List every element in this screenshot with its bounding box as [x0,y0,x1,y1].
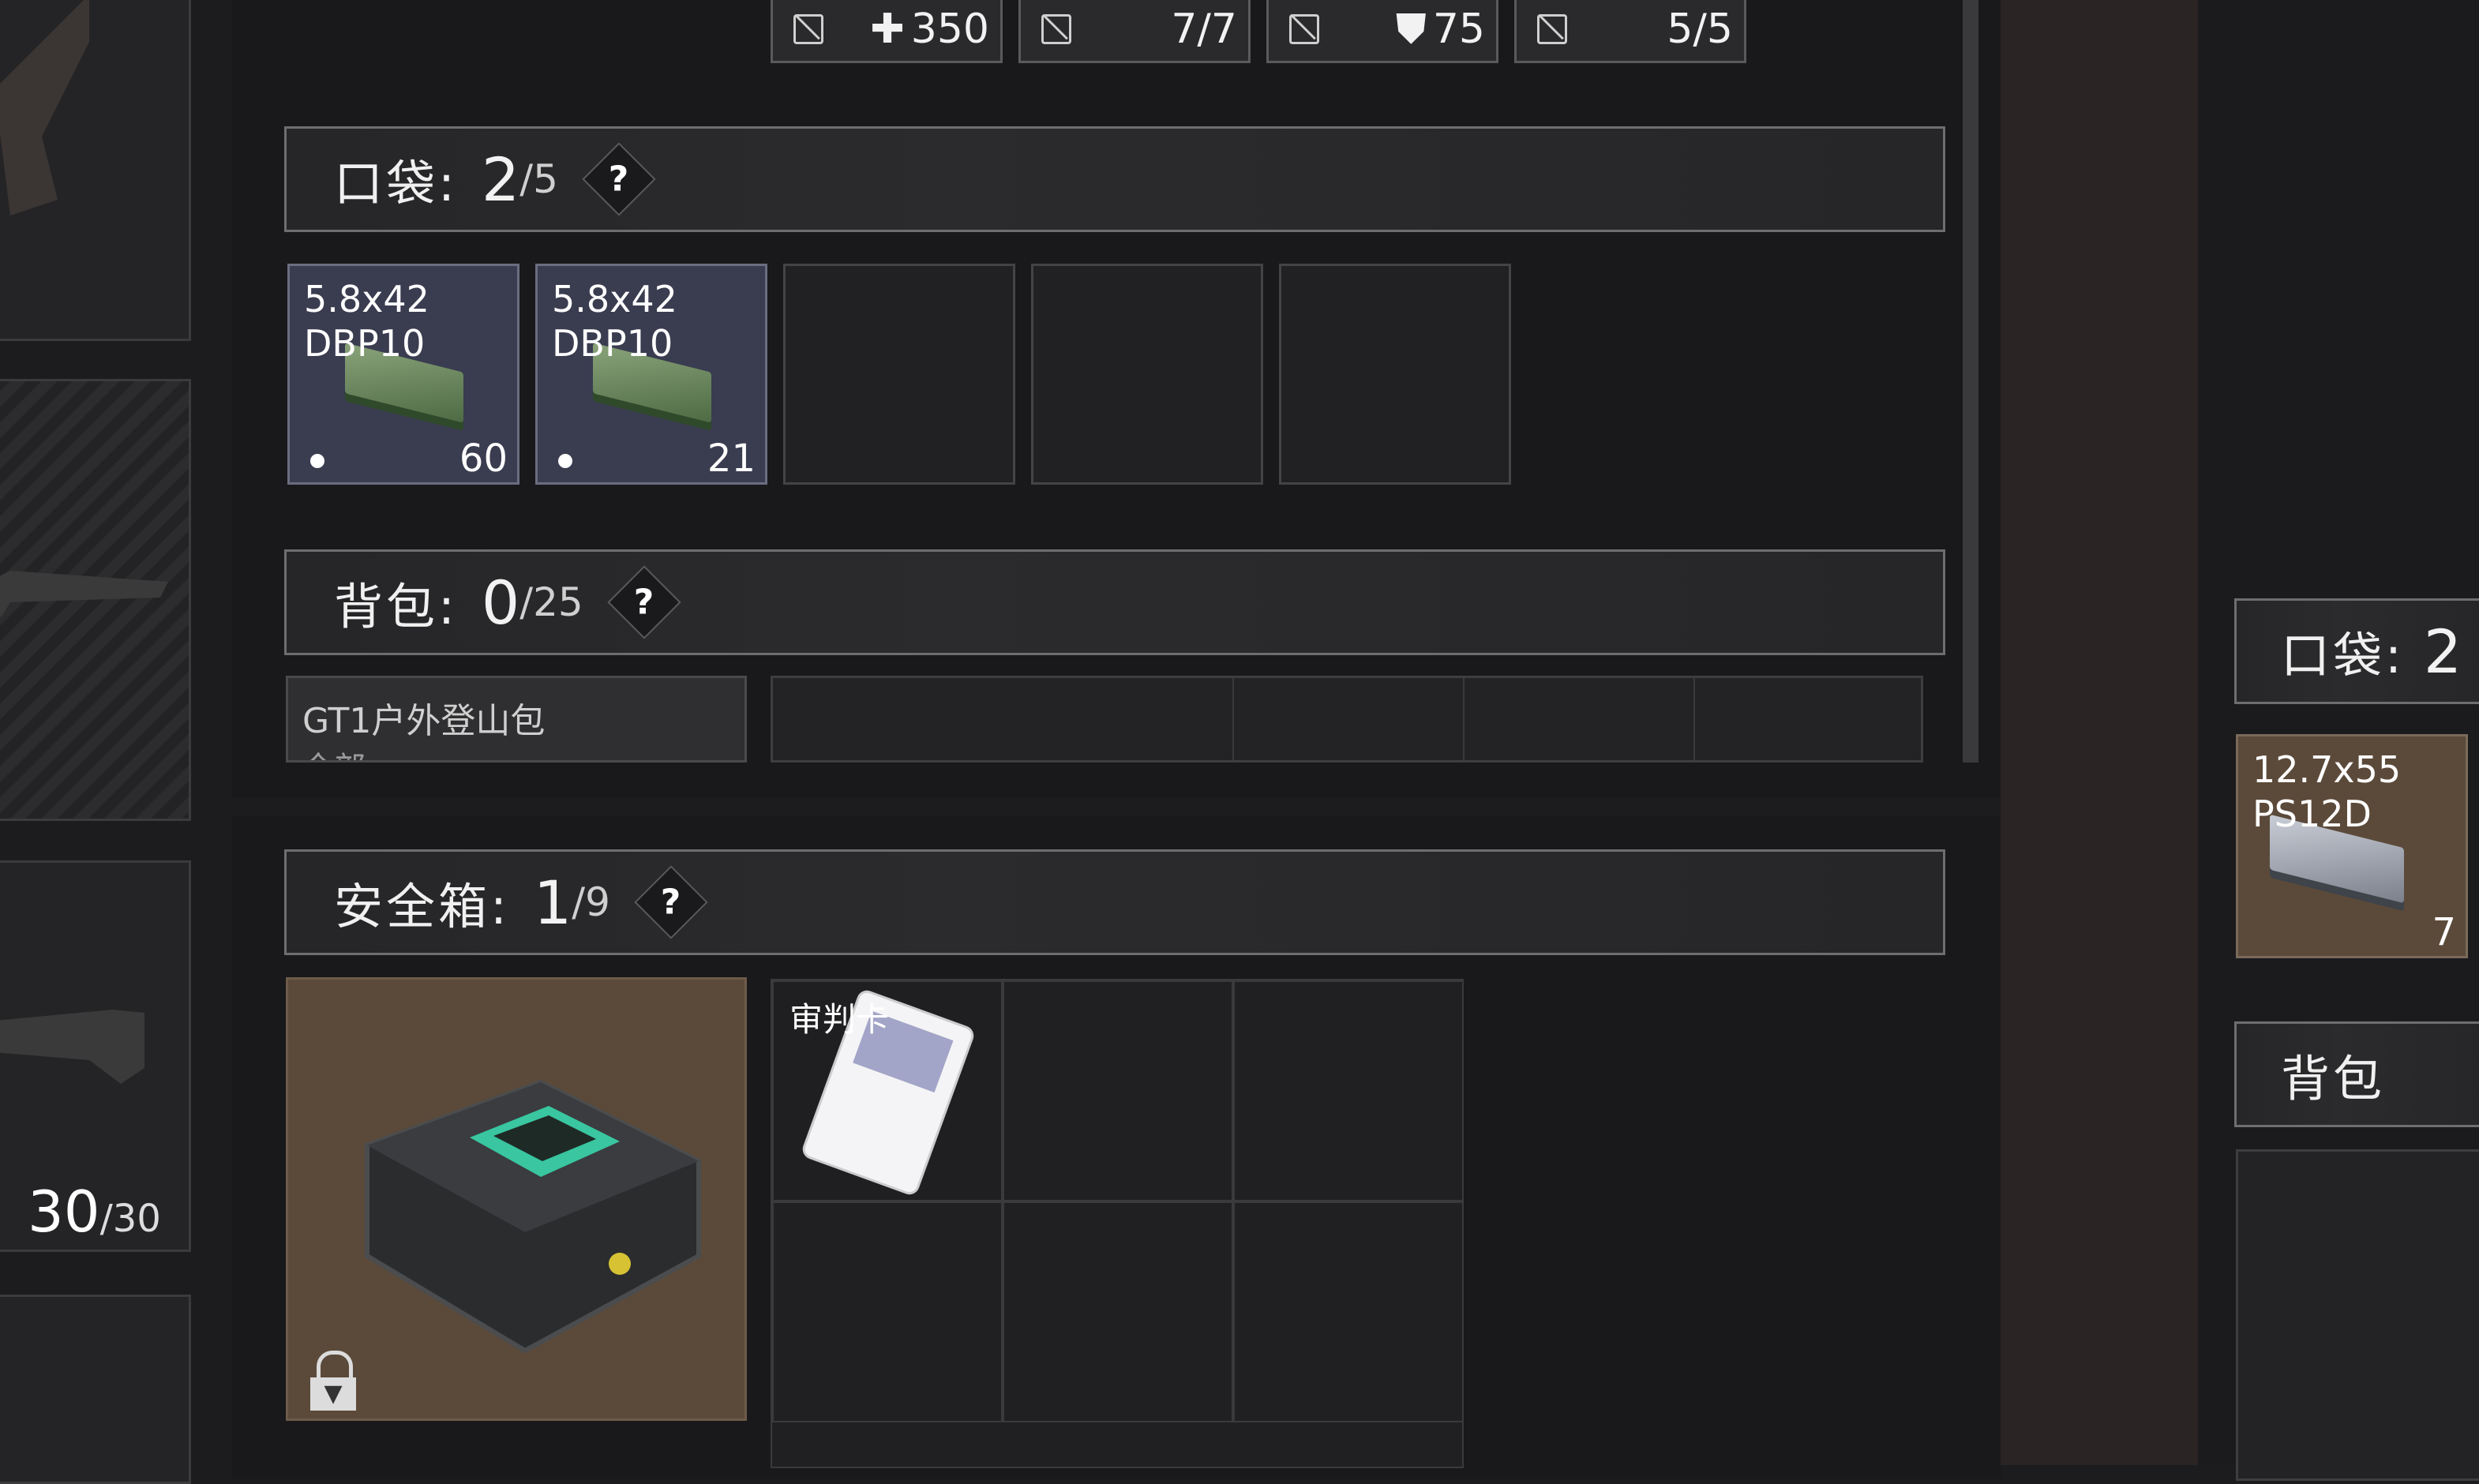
no-image-icon [1289,14,1319,44]
ammo-count: 30 [28,1179,100,1245]
right-pockets-count: 2 [2423,616,2462,687]
stat-healing: ✚ 350 [771,0,1003,63]
right-pockets-title: 口袋: [2281,627,2405,684]
left-weapon-slot-top[interactable] [0,0,191,341]
help-icon[interactable]: ? [582,142,656,216]
item-name: 12.7x55 PS12D [2252,748,2402,835]
safebox-case-icon [365,1079,701,1354]
pocket-item[interactable]: 5.8x42 DBP10 60 [287,264,519,485]
help-label: ? [661,882,681,923]
right-pocket-item[interactable]: 12.7x55 PS12D 7 [2236,734,2468,958]
left-weapon-slot-magazine[interactable]: 30/30 [0,860,191,1252]
stat-healing-value: ✚ 350 [870,6,989,53]
ammo-max: /30 [99,1197,161,1241]
safebox-cell[interactable] [1233,1201,1464,1422]
knife-icon [0,571,168,618]
pocket-slot-empty[interactable] [783,264,1015,485]
pockets-header: 口袋: 2/5 ? [284,126,1945,232]
stock-icon [0,1010,144,1084]
backpack-grid[interactable] [771,676,1923,763]
no-image-icon [793,14,823,44]
pistol-icon [0,0,89,215]
help-label: ? [633,582,654,623]
left-weapon-slot-melee[interactable] [0,379,191,821]
item-name: 5.8x42 DBP10 [552,278,677,365]
stat-slots-value: 7/7 [1171,6,1237,53]
safebox-cell[interactable]: 审判卡 [772,980,1003,1201]
safebox-cell[interactable] [1233,980,1464,1201]
grid-divider [1232,678,1234,760]
stat-slots: 7/7 [1018,0,1251,63]
backpack-item-name: GT1户外登山包 [302,701,546,741]
lock-icon: ▼ [310,1351,358,1411]
safebox-title: 安全箱: [334,878,510,935]
equipment-scrollbar[interactable] [1963,0,1978,763]
backpack-count: 0 [481,567,520,638]
item-quantity: 21 [707,437,756,481]
safebox-item-name: 审判卡 [789,1000,890,1039]
right-pockets-header: 口袋: 2 [2234,598,2479,704]
stat-magazine-value: 5/5 [1667,6,1733,53]
item-name: 5.8x42 DBP10 [304,278,429,365]
help-icon[interactable]: ? [607,565,681,639]
stat-armor-number: 75 [1432,5,1485,53]
safebox-count: 1 [533,867,572,938]
safebox-cell[interactable] [772,1201,1003,1422]
right-backpack-slot[interactable] [2236,1149,2479,1481]
stat-healing-number: 350 [910,6,989,53]
backpack-item[interactable]: GT1户外登山包 全部 [286,676,747,763]
stat-armor-value: ⛊ 75 [1396,6,1485,54]
pockets-count: 2 [481,144,520,215]
stat-magazine: 5/5 [1514,0,1746,63]
grid-divider [1463,678,1465,760]
shield-icon: ⛊ [1395,5,1427,53]
left-weapon-slot-bottom[interactable] [0,1295,191,1484]
no-image-icon [1041,14,1071,44]
safebox-max: /9 [572,879,610,925]
help-label: ? [609,159,629,200]
safebox-container-slot[interactable]: ▼ [286,977,747,1421]
backpack-title: 背包: [334,578,458,635]
safebox-header: 安全箱: 1/9 ? [284,849,1945,955]
pocket-item[interactable]: 5.8x42 DBP10 21 [535,264,767,485]
grid-divider [1693,678,1695,760]
pockets-title: 口袋: [334,155,458,212]
ammo-counter: 30/30 [28,1179,161,1245]
stat-armor: ⛊ 75 [1266,0,1498,63]
safebox-grid[interactable]: 审判卡 [771,979,1464,1468]
safebox-cell[interactable] [1003,1201,1233,1422]
pocket-slot-empty[interactable] [1031,264,1263,485]
divider-column [2001,0,2198,1465]
pockets-max: /5 [519,156,558,202]
dot-icon [310,454,324,468]
no-image-icon [1537,14,1567,44]
pocket-slot-empty[interactable] [1279,264,1511,485]
right-backpack-header: 背包 [2234,1021,2479,1127]
safebox-cell[interactable] [1003,980,1233,1201]
backpack-header: 背包: 0/25 ? [284,549,1945,655]
right-backpack-title: 背包 [2281,1050,2386,1107]
item-quantity: 7 [2432,910,2456,954]
backpack-item-sub: 全部 [288,743,744,760]
plus-icon: ✚ [870,6,905,53]
dot-icon [558,454,572,468]
item-quantity: 60 [459,437,508,481]
backpack-max: /25 [519,579,583,625]
help-icon[interactable]: ? [634,865,708,939]
